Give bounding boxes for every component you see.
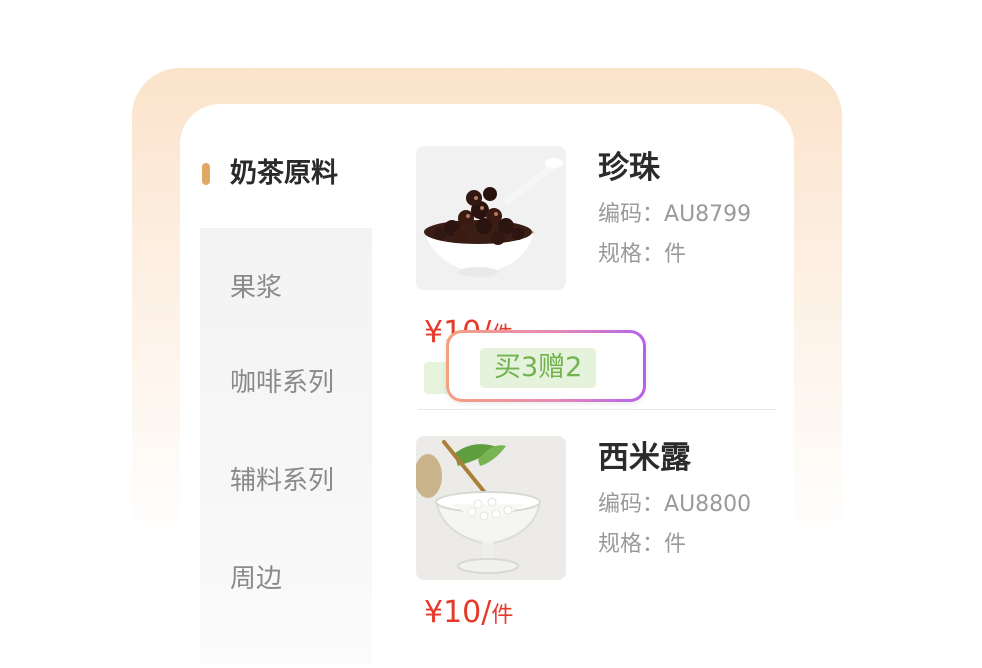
product-card[interactable]: 珍珠 编码：AU8799 规格：件 ¥10/件 [416, 146, 776, 356]
sidebar-item-ingredients[interactable]: 辅料系列 [230, 465, 334, 497]
tapioca-pearls-icon [416, 146, 566, 290]
product-spec: 规格：件 [598, 242, 687, 267]
sidebar-item-merch[interactable]: 周边 [230, 563, 282, 595]
promo-callout: 买3赠2 [446, 330, 646, 402]
product-image[interactable] [416, 146, 566, 290]
active-indicator [202, 163, 210, 185]
sago-dessert-icon [416, 436, 566, 580]
promo-callout-body: 买3赠2 [449, 333, 643, 399]
product-name: 珍珠 [598, 150, 660, 186]
product-image[interactable] [416, 436, 566, 580]
category-sidebar: 奶茶原料 果浆 咖啡系列 辅料系列 周边 [180, 104, 372, 664]
product-card[interactable]: 西米露 编码：AU8800 规格：件 ¥10/件 [416, 436, 776, 636]
promo-tag: 买3赠2 [480, 348, 597, 388]
product-name: 西米露 [598, 440, 691, 476]
product-code: 编码：AU8799 [598, 202, 752, 227]
product-spec: 规格：件 [598, 532, 687, 557]
divider [418, 409, 776, 410]
sidebar-item-label: 奶茶原料 [230, 158, 338, 189]
product-code: 编码：AU8800 [598, 492, 752, 517]
sidebar-item-active[interactable]: 奶茶原料 [180, 152, 372, 196]
category-list: 果浆 咖啡系列 辅料系列 周边 [200, 228, 372, 664]
sidebar-item-coffee[interactable]: 咖啡系列 [230, 367, 334, 399]
product-price: ¥10/件 [424, 595, 514, 630]
sidebar-item-fruit-syrup[interactable]: 果浆 [230, 272, 282, 304]
